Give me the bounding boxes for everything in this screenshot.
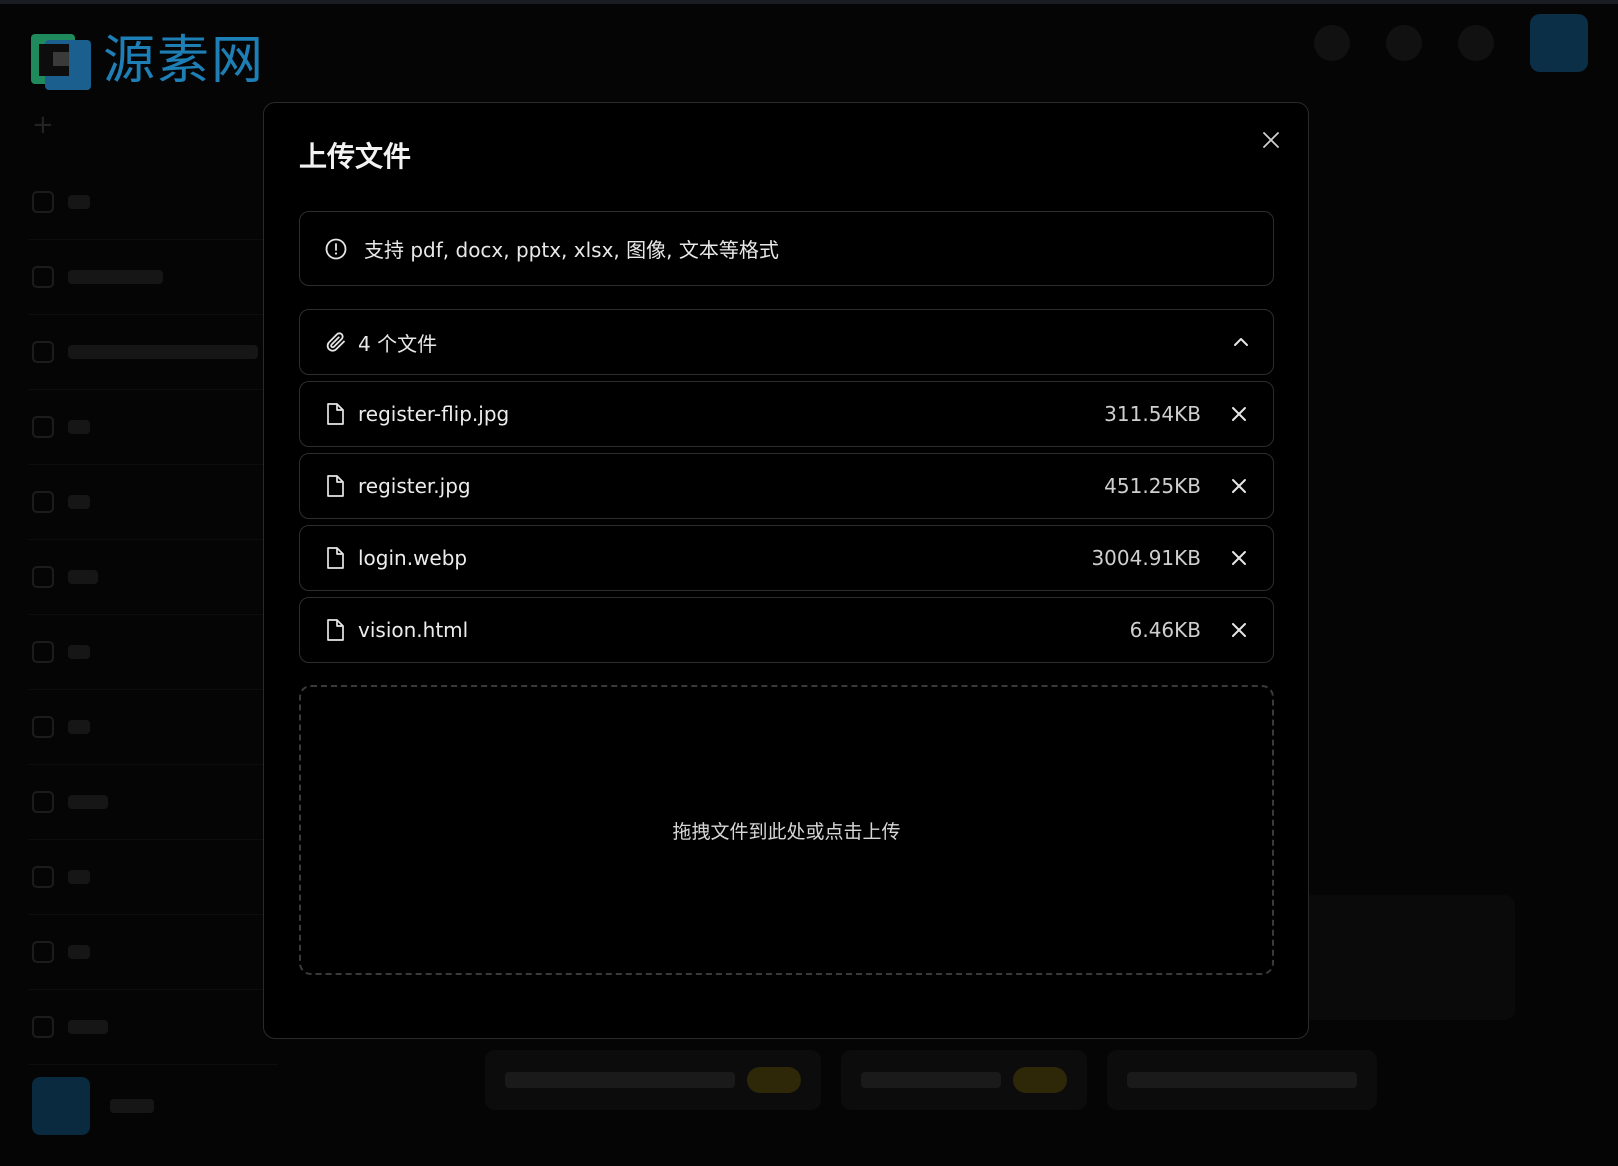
chat-icon xyxy=(32,191,54,213)
file-icon xyxy=(327,403,344,425)
chat-icon xyxy=(32,341,54,363)
user-profile[interactable] xyxy=(32,1077,154,1135)
remove-file-button[interactable] xyxy=(1227,474,1251,498)
dropzone-hint: 拖拽文件到此处或点击上传 xyxy=(672,820,901,843)
chat-history-item[interactable] xyxy=(28,840,278,915)
chat-icon xyxy=(32,491,54,513)
file-list: register-flip.jpg 311.54KB register.jpg … xyxy=(299,381,1274,669)
file-list-toggle[interactable]: 4 个文件 xyxy=(299,309,1274,375)
model-name-placeholder xyxy=(861,1072,1001,1088)
chat-history-label xyxy=(68,270,163,284)
chat-history-label xyxy=(68,645,90,659)
chat-history-item[interactable] xyxy=(28,315,278,390)
dialog-title: 上传文件 xyxy=(299,140,412,173)
file-name: login.webp xyxy=(358,546,468,570)
close-icon xyxy=(1232,479,1246,493)
file-icon xyxy=(327,475,344,497)
chat-history-item[interactable] xyxy=(28,165,278,240)
file-dropzone[interactable]: 拖拽文件到此处或点击上传 xyxy=(299,685,1274,975)
avatar xyxy=(32,1077,90,1135)
username-placeholder xyxy=(110,1099,154,1113)
chat-history-item[interactable] xyxy=(28,765,278,840)
file-icon xyxy=(327,619,344,641)
alert-circle-icon xyxy=(325,238,347,259)
file-name: register-flip.jpg xyxy=(358,402,510,426)
model-option[interactable] xyxy=(841,1050,1087,1110)
chat-icon xyxy=(32,1016,54,1038)
chat-history-label xyxy=(68,795,108,809)
chat-history-label xyxy=(68,195,90,209)
chat-history-item[interactable] xyxy=(28,915,278,990)
close-icon xyxy=(1232,623,1246,637)
header-actions xyxy=(1314,14,1588,72)
chat-history-item[interactable] xyxy=(28,540,278,615)
background-card xyxy=(1300,895,1515,1020)
format-info-notice: 支持 pdf, docx, pptx, xlsx, 图像, 文本等格式 xyxy=(299,211,1274,286)
file-icon xyxy=(327,547,344,569)
chat-history-item[interactable] xyxy=(28,615,278,690)
upload-dialog: 上传文件 支持 pdf, docx, pptx, xlsx, 图像, 文本等格式… xyxy=(263,102,1309,1039)
window-top-border xyxy=(0,0,1618,4)
model-option[interactable] xyxy=(1107,1050,1377,1110)
chat-history-item[interactable] xyxy=(28,240,278,315)
file-item: vision.html 6.46KB xyxy=(299,597,1274,663)
chat-icon xyxy=(32,416,54,438)
close-button[interactable] xyxy=(1256,125,1286,155)
file-size: 451.25KB xyxy=(1104,474,1201,498)
model-badge xyxy=(747,1067,801,1093)
chat-history-item[interactable] xyxy=(28,390,278,465)
remove-file-button[interactable] xyxy=(1227,618,1251,642)
chat-history-label xyxy=(68,345,258,359)
close-icon xyxy=(1232,551,1246,565)
chevron-up-icon xyxy=(1234,338,1248,346)
model-badge xyxy=(1013,1067,1067,1093)
chat-history-label xyxy=(68,945,90,959)
chat-icon xyxy=(32,791,54,813)
file-item: register.jpg 451.25KB xyxy=(299,453,1274,519)
chat-history-label xyxy=(68,570,98,584)
chat-icon xyxy=(32,716,54,738)
brand-logo[interactable]: 源素网 xyxy=(29,30,265,92)
close-icon xyxy=(1263,132,1279,148)
paperclip-icon xyxy=(326,332,345,352)
model-name-placeholder xyxy=(1127,1072,1357,1088)
github-icon[interactable] xyxy=(1314,25,1350,61)
chat-history-label xyxy=(68,1020,108,1034)
chat-history-item[interactable] xyxy=(28,990,278,1065)
file-name: register.jpg xyxy=(358,474,471,498)
settings-icon[interactable] xyxy=(1386,25,1422,61)
file-item: register-flip.jpg 311.54KB xyxy=(299,381,1274,447)
model-option[interactable] xyxy=(485,1050,821,1110)
close-icon xyxy=(1232,407,1246,421)
chat-history-item[interactable] xyxy=(28,690,278,765)
logo-icon xyxy=(31,34,91,90)
chat-history-label xyxy=(68,495,90,509)
chat-history-label xyxy=(68,720,90,734)
file-count-label: 4 个文件 xyxy=(358,331,438,356)
user-menu-button[interactable] xyxy=(1530,14,1588,72)
chat-icon xyxy=(32,866,54,888)
file-item: login.webp 3004.91KB xyxy=(299,525,1274,591)
chat-history-item[interactable] xyxy=(28,465,278,540)
chat-icon xyxy=(32,641,54,663)
remove-file-button[interactable] xyxy=(1227,402,1251,426)
chat-history-label xyxy=(68,870,90,884)
sidebar: + xyxy=(20,105,278,1145)
file-size: 311.54KB xyxy=(1104,402,1201,426)
chat-history-label xyxy=(68,420,90,434)
chat-icon xyxy=(32,566,54,588)
model-name-placeholder xyxy=(505,1072,735,1088)
chat-history-list xyxy=(28,165,278,1065)
model-selector-bar xyxy=(485,1050,1377,1110)
chat-icon xyxy=(32,266,54,288)
format-info-text: 支持 pdf, docx, pptx, xlsx, 图像, 文本等格式 xyxy=(364,238,779,262)
logo-text: 源素网 xyxy=(103,31,266,91)
file-name: vision.html xyxy=(358,618,469,642)
new-chat-icon[interactable]: + xyxy=(32,110,54,140)
chat-icon xyxy=(32,941,54,963)
file-size: 3004.91KB xyxy=(1091,546,1201,570)
remove-file-button[interactable] xyxy=(1227,546,1251,570)
file-size: 6.46KB xyxy=(1129,618,1201,642)
search-icon[interactable] xyxy=(1458,25,1494,61)
